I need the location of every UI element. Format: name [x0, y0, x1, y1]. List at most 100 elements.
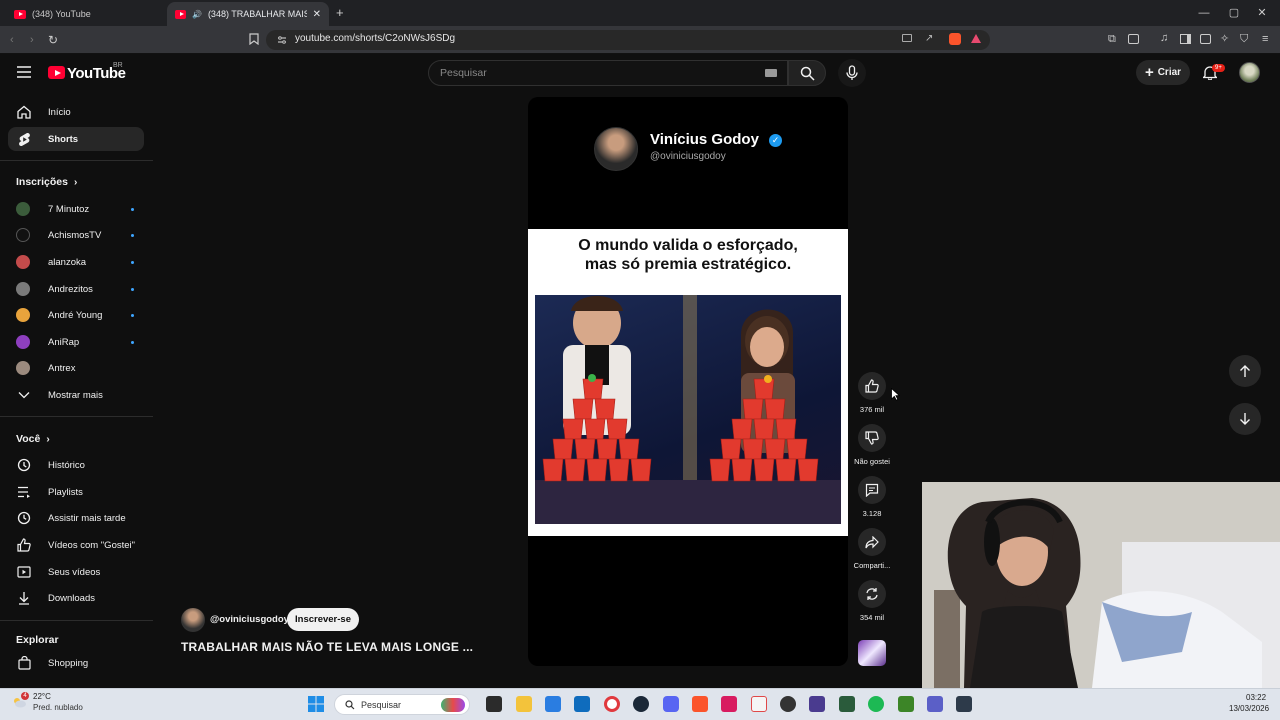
sidebar-divider: [0, 620, 153, 621]
spotify-icon[interactable]: [868, 696, 884, 712]
close-tab-icon[interactable]: ✕: [313, 9, 321, 20]
youtube-favicon-icon: [14, 9, 26, 19]
extensions-icon[interactable]: ⧉: [1108, 33, 1116, 46]
sidebar-item-your-videos[interactable]: Seus vídeos: [8, 560, 144, 584]
sidebar-sub-achismostv[interactable]: AchismosTV: [8, 223, 144, 247]
sidebar-item-label: Seus vídeos: [48, 566, 101, 578]
comments-button[interactable]: [858, 476, 886, 504]
vpn-shield-icon[interactable]: ⛉: [1240, 33, 1248, 46]
verified-badge-icon: ✓: [769, 134, 782, 147]
voice-search-button[interactable]: [838, 59, 866, 87]
sidebar-toggle-icon[interactable]: [1180, 34, 1191, 44]
wallet-icon[interactable]: [1200, 34, 1211, 44]
sidebar-item-historico[interactable]: Histórico: [8, 453, 144, 477]
brave-icon[interactable]: [692, 696, 708, 712]
weather-description[interactable]: Pred. nublado: [33, 703, 83, 712]
sidebar-sub-7-minutoz[interactable]: 7 Minutoz: [8, 197, 144, 221]
close-window-button[interactable]: ✕: [1252, 4, 1272, 22]
remix-button[interactable]: [858, 580, 886, 608]
discord-icon[interactable]: [663, 696, 679, 712]
leo-ai-icon[interactable]: ✧: [1220, 32, 1229, 45]
create-button[interactable]: + Criar: [1136, 60, 1190, 85]
tab-short-active[interactable]: 🔊 (348) TRABALHAR MAIS NÃO ✕: [167, 2, 329, 26]
file-explorer-icon[interactable]: [516, 696, 532, 712]
taskbar-date[interactable]: 13/03/2026: [1229, 704, 1269, 713]
youtube-logo-icon[interactable]: [48, 66, 65, 79]
subscriptions-heading[interactable]: Inscrições ›: [16, 176, 77, 188]
keyboard-icon[interactable]: [765, 69, 777, 77]
video-caption: O mundo valida o esforçado, mas só premi…: [528, 236, 848, 274]
sidebar-item-shorts[interactable]: Shorts: [8, 127, 144, 151]
outlook-icon[interactable]: [574, 696, 590, 712]
bookmark-icon[interactable]: [249, 33, 259, 45]
sidebar-item-inicio[interactable]: Início: [8, 100, 144, 124]
account-avatar[interactable]: [1239, 62, 1260, 83]
opera-icon[interactable]: [604, 696, 620, 712]
maximize-button[interactable]: ▢: [1224, 4, 1244, 22]
share-page-icon[interactable]: ↗: [925, 33, 933, 44]
new-content-dot: [131, 233, 134, 237]
subscribe-button[interactable]: Inscrever-se: [287, 608, 359, 631]
cast-icon[interactable]: [902, 34, 912, 42]
sidebar-item-playlists[interactable]: Playlists: [8, 480, 144, 504]
browser-menu-icon[interactable]: ≡: [1262, 33, 1268, 45]
forward-icon[interactable]: ›: [30, 34, 34, 46]
tab-youtube-home[interactable]: (348) YouTube: [6, 2, 166, 26]
sidebar-item-label: Playlists: [48, 486, 83, 498]
streaming-app-icon[interactable]: [809, 696, 825, 712]
short-title[interactable]: TRABALHAR MAIS NÃO TE LEVA MAIS LONGE ..…: [181, 640, 473, 654]
back-icon[interactable]: ‹: [10, 34, 14, 46]
brave-rewards-icon[interactable]: [971, 34, 981, 43]
sidebar-item-downloads[interactable]: Downloads: [8, 586, 144, 610]
you-heading[interactable]: Você ›: [16, 433, 50, 445]
windows-start-icon[interactable]: [308, 696, 324, 712]
sidebar-sub-alanzoka[interactable]: alanzoka: [8, 250, 144, 274]
sidebar-item-label: Início: [48, 106, 71, 118]
new-tab-button[interactable]: +: [336, 5, 344, 20]
arrow-up-icon: [1240, 365, 1250, 377]
sidebar-item-watch-later[interactable]: Assistir mais tarde: [8, 506, 144, 530]
sidebar-sub-antrex[interactable]: Antrex: [8, 356, 144, 380]
sidebar-sub-andrezitos[interactable]: Andrezitos: [8, 277, 144, 301]
remix-count: 354 mil: [859, 613, 885, 622]
app-icon[interactable]: [956, 696, 972, 712]
media-icon[interactable]: ♫: [1160, 32, 1168, 44]
minecraft-icon[interactable]: [898, 696, 914, 712]
search-input[interactable]: Pesquisar: [428, 60, 788, 86]
taskbar-search[interactable]: Pesquisar: [334, 694, 470, 715]
dislike-button[interactable]: [858, 424, 886, 452]
obs-icon[interactable]: [780, 696, 796, 712]
previous-short-button[interactable]: [1229, 355, 1261, 387]
sidebar-item-shopping[interactable]: Shopping: [8, 651, 144, 675]
screenshot-icon[interactable]: [1128, 34, 1139, 44]
weather-temperature[interactable]: 22°C: [33, 692, 51, 701]
tiktok-icon[interactable]: [721, 696, 737, 712]
comment-count: 3.128: [862, 509, 882, 518]
game-app-icon[interactable]: [839, 696, 855, 712]
text-app-icon[interactable]: [751, 696, 767, 712]
task-view-icon[interactable]: [486, 696, 502, 712]
microsoft-store-icon[interactable]: [545, 696, 561, 712]
sidebar-item-liked-videos[interactable]: Vídeos com "Gostei": [8, 533, 144, 557]
sidebar-show-more[interactable]: Mostrar mais: [8, 383, 144, 407]
brave-shields-icon[interactable]: [949, 33, 961, 45]
minimize-button[interactable]: —: [1194, 4, 1214, 22]
search-button[interactable]: [788, 60, 826, 86]
channel-handle[interactable]: @oviniciusgodoy: [210, 614, 289, 625]
sidebar-sub-andre-young[interactable]: André Young: [8, 303, 144, 327]
steam-icon[interactable]: [633, 696, 649, 712]
site-settings-icon[interactable]: [277, 35, 287, 45]
share-button[interactable]: [858, 528, 886, 556]
taskbar-time[interactable]: 03:22: [1246, 693, 1266, 702]
reload-icon[interactable]: ↻: [48, 33, 58, 47]
next-short-button[interactable]: [1229, 403, 1261, 435]
explore-heading: Explorar: [16, 634, 59, 646]
channel-avatar: [16, 202, 30, 216]
sidebar-sub-anirap[interactable]: AniRap: [8, 330, 144, 354]
teams-icon[interactable]: [927, 696, 943, 712]
youtube-favicon-icon: [175, 9, 186, 19]
channel-avatar[interactable]: [181, 608, 205, 632]
like-button[interactable]: [858, 372, 886, 400]
audio-track-thumbnail[interactable]: [858, 640, 886, 666]
guide-menu-icon[interactable]: [17, 66, 31, 78]
